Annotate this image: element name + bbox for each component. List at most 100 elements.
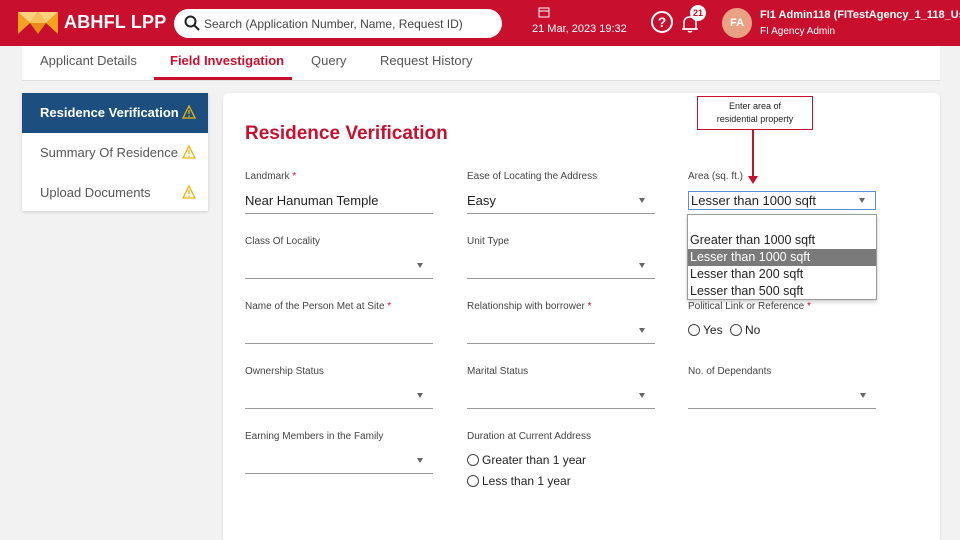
political-link-field: Political Link or Reference * Yes No <box>688 301 811 337</box>
warning-icon <box>182 145 196 159</box>
current-datetime: 21 Mar, 2023 19:32 <box>532 23 627 35</box>
landmark-label: Landmark <box>245 171 290 182</box>
top-header: ABHFL LPP 21 Mar, 2023 19:32 ? 21 FA FI1… <box>0 0 960 46</box>
radio-circle <box>467 454 479 466</box>
chevron-down-icon <box>417 263 423 268</box>
class-locality-label: Class Of Locality <box>245 236 321 247</box>
duration-label: Duration at Current Address <box>467 431 591 442</box>
tab-query[interactable]: Query <box>311 53 346 68</box>
svg-text:?: ? <box>658 14 667 30</box>
radio-no-label: No <box>745 323 761 337</box>
user-name: FI1 Admin118 (FITestAgency_1_118_Use <box>760 9 960 21</box>
annotation-callout: Enter area of residential property <box>697 96 813 130</box>
radio-yes[interactable]: Yes <box>688 323 723 337</box>
warning-icon <box>182 185 196 199</box>
calendar-icon <box>538 7 550 18</box>
earning-members-dropdown[interactable]: Earning Members in the Family <box>245 431 433 475</box>
ease-label: Ease of Locating the Address <box>467 171 598 182</box>
radio-less-than-1-year[interactable]: Less than 1 year <box>467 474 571 488</box>
arrow-down-icon <box>748 176 758 184</box>
area-option-lesser-200[interactable]: Lesser than 200 sqft <box>688 266 876 283</box>
chevron-down-icon <box>859 198 865 203</box>
search-icon <box>184 15 200 31</box>
chevron-down-icon <box>639 328 645 333</box>
field-underline <box>245 343 433 344</box>
ownership-status-dropdown[interactable]: Ownership Status <box>245 366 433 410</box>
radio-greater-than-1-year[interactable]: Greater than 1 year <box>467 453 586 467</box>
relationship-dropdown[interactable]: Relationship with borrower * <box>467 301 655 345</box>
area-option-lesser-1000[interactable]: Lesser than 1000 sqft <box>688 249 876 266</box>
sidebar-item-upload-documents[interactable]: Upload Documents <box>22 173 208 213</box>
abhfl-logo-icon <box>18 12 58 34</box>
dependants-label: No. of Dependants <box>688 366 772 377</box>
field-underline <box>245 408 433 409</box>
marital-status-dropdown[interactable]: Marital Status <box>467 366 655 410</box>
political-label: Political Link or Reference <box>688 301 805 312</box>
chevron-down-icon <box>860 393 866 398</box>
relationship-label: Relationship with borrower <box>467 301 585 312</box>
dependants-dropdown[interactable]: No. of Dependants <box>688 366 876 410</box>
duration-field: Duration at Current Address Greater than… <box>467 431 655 501</box>
field-underline <box>245 473 433 474</box>
user-role: FI Agency Admin <box>760 26 836 37</box>
field-underline <box>245 278 433 279</box>
radio-circle <box>730 324 742 336</box>
annotation-line2: residential property <box>716 114 794 124</box>
person-met-field[interactable]: Name of the Person Met at Site * <box>245 301 433 345</box>
person-met-label: Name of the Person Met at Site <box>245 301 385 312</box>
chevron-down-icon <box>639 263 645 268</box>
ease-value: Easy <box>467 193 496 208</box>
chevron-down-icon <box>639 393 645 398</box>
sidebar: Residence Verification Summary Of Reside… <box>22 93 208 211</box>
area-selected-value: Lesser than 1000 sqft <box>691 193 817 208</box>
earning-label: Earning Members in the Family <box>245 431 384 442</box>
area-option-greater-1000[interactable]: Greater than 1000 sqft <box>688 232 876 249</box>
active-tab-indicator <box>154 77 292 80</box>
tabs-bar: Applicant Details Field Investigation Qu… <box>22 46 940 81</box>
area-option-lesser-500[interactable]: Lesser than 500 sqft <box>688 283 876 300</box>
search-bar[interactable] <box>174 9 502 38</box>
area-option-empty[interactable] <box>688 215 876 232</box>
notification-badge: 21 <box>690 5 706 21</box>
warning-icon <box>182 105 196 119</box>
field-underline <box>467 408 655 409</box>
search-input[interactable] <box>204 13 494 34</box>
field-underline <box>245 213 433 214</box>
class-of-locality-dropdown[interactable]: Class Of Locality <box>245 236 433 280</box>
sidebar-item-label: Upload Documents <box>40 185 151 200</box>
sidebar-item-residence-verification[interactable]: Residence Verification <box>22 93 208 133</box>
ease-of-locating-dropdown[interactable]: Ease of Locating the Address Easy <box>467 171 655 215</box>
radio-greater-label: Greater than 1 year <box>482 453 587 467</box>
tab-request-history[interactable]: Request History <box>380 53 472 68</box>
area-label: Area (sq. ft.) <box>688 171 744 182</box>
field-underline <box>467 343 655 344</box>
field-underline <box>688 408 876 409</box>
area-dropdown-menu: Greater than 1000 sqft Lesser than 1000 … <box>687 214 877 300</box>
annotation-arrow <box>752 130 754 178</box>
sidebar-item-summary-of-residence[interactable]: Summary Of Residence <box>22 133 208 173</box>
radio-circle <box>688 324 700 336</box>
avatar[interactable]: FA <box>722 8 752 38</box>
help-icon[interactable]: ? <box>650 10 674 34</box>
chevron-down-icon <box>639 198 645 203</box>
annotation-line1: Enter area of <box>728 101 782 111</box>
landmark-field[interactable]: Landmark * Near Hanuman Temple <box>245 171 433 215</box>
sidebar-item-label: Residence Verification <box>40 105 179 120</box>
field-underline <box>467 213 655 214</box>
residence-verification-card: Residence Verification Landmark * Near H… <box>223 93 940 540</box>
sidebar-item-label: Summary Of Residence <box>40 145 178 160</box>
landmark-value: Near Hanuman Temple <box>245 193 379 208</box>
marital-label: Marital Status <box>467 366 529 377</box>
field-underline <box>467 278 655 279</box>
radio-circle <box>467 475 479 487</box>
ownership-label: Ownership Status <box>245 366 324 377</box>
chevron-down-icon <box>417 393 423 398</box>
chevron-down-icon <box>417 458 423 463</box>
area-select[interactable]: Lesser than 1000 sqft <box>688 191 876 210</box>
tab-field-investigation[interactable]: Field Investigation <box>170 53 284 68</box>
tab-applicant-details[interactable]: Applicant Details <box>40 53 137 68</box>
radio-yes-label: Yes <box>703 323 723 337</box>
unit-type-dropdown[interactable]: Unit Type <box>467 236 655 280</box>
radio-no[interactable]: No <box>730 323 760 337</box>
radio-less-label: Less than 1 year <box>482 474 571 488</box>
